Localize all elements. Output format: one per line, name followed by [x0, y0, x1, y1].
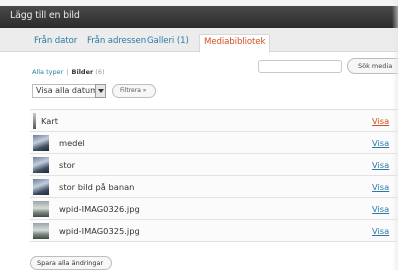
media-row: stor Visa — [30, 154, 398, 176]
media-list: Kart Visa medel Visa stor Visa stor bild… — [30, 109, 398, 242]
show-media-link[interactable]: Visa — [372, 182, 389, 192]
show-media-link[interactable]: Visa — [372, 138, 389, 148]
media-library-panel: Sök media Alla typer | Bilder (6) Visa all… — [0, 52, 398, 270]
type-filter-links: Alla typer | Bilder (6) — [32, 68, 105, 76]
filter-images-count: (6) — [95, 68, 105, 76]
filter-all-types-link[interactable]: Alla typer — [32, 68, 63, 76]
tab-gallery[interactable]: Galleri (1) — [147, 36, 189, 46]
search-media-input[interactable] — [258, 60, 342, 73]
show-media-link[interactable]: Visa — [372, 116, 389, 126]
date-filter-value: Visa alla datum — [36, 86, 98, 95]
save-all-changes-button[interactable]: Spara alla ändringar — [30, 256, 112, 270]
photo-thumbnail — [33, 135, 49, 151]
media-row: wpid-IMAG0326.jpg Visa — [30, 198, 398, 220]
tab-from-url[interactable]: Från adressen — [87, 36, 146, 46]
photo-thumbnail — [33, 179, 49, 195]
filter-separator: | — [66, 68, 69, 76]
media-row: medel Visa — [30, 132, 398, 154]
tab-from-computer[interactable]: Från dator — [34, 36, 77, 46]
media-title: wpid-IMAG0325.jpg — [59, 226, 140, 236]
show-media-link[interactable]: Visa — [372, 204, 389, 214]
tab-media-library[interactable]: Mediabibliotek — [199, 34, 271, 53]
media-tabs: Från dator Från adressen Galleri (1) Med… — [0, 28, 398, 53]
media-row: stor bild på banan Visa — [30, 176, 398, 198]
dialog-title: Lägg till en bild — [10, 10, 80, 21]
dialog-titlebar: Lägg till en bild — [0, 0, 398, 28]
photo-thumbnail — [33, 157, 49, 173]
show-media-link[interactable]: Visa — [372, 226, 389, 236]
thin-image-icon — [33, 113, 36, 129]
search-media-button[interactable]: Sök media — [347, 58, 398, 74]
date-filter-select[interactable]: Visa alla datum — [32, 84, 106, 98]
filter-images-current[interactable]: Bilder — [72, 68, 94, 76]
photo-thumbnail — [33, 223, 49, 239]
select-arrow-icon — [95, 84, 106, 98]
media-title: medel — [59, 138, 85, 148]
media-title: stor bild på banan — [59, 182, 135, 192]
add-image-dialog: Lägg till en bild Från dator Från adress… — [0, 0, 398, 270]
filter-button[interactable]: Filtrera » — [112, 84, 156, 98]
media-row: wpid-IMAG0325.jpg Visa — [30, 220, 398, 242]
media-row: Kart Visa — [30, 110, 398, 132]
show-media-link[interactable]: Visa — [372, 160, 389, 170]
media-title: stor — [59, 160, 76, 170]
media-title: Kart — [41, 116, 59, 126]
photo-thumbnail — [33, 201, 49, 217]
window-edge — [392, 0, 398, 270]
media-title: wpid-IMAG0326.jpg — [59, 204, 140, 214]
